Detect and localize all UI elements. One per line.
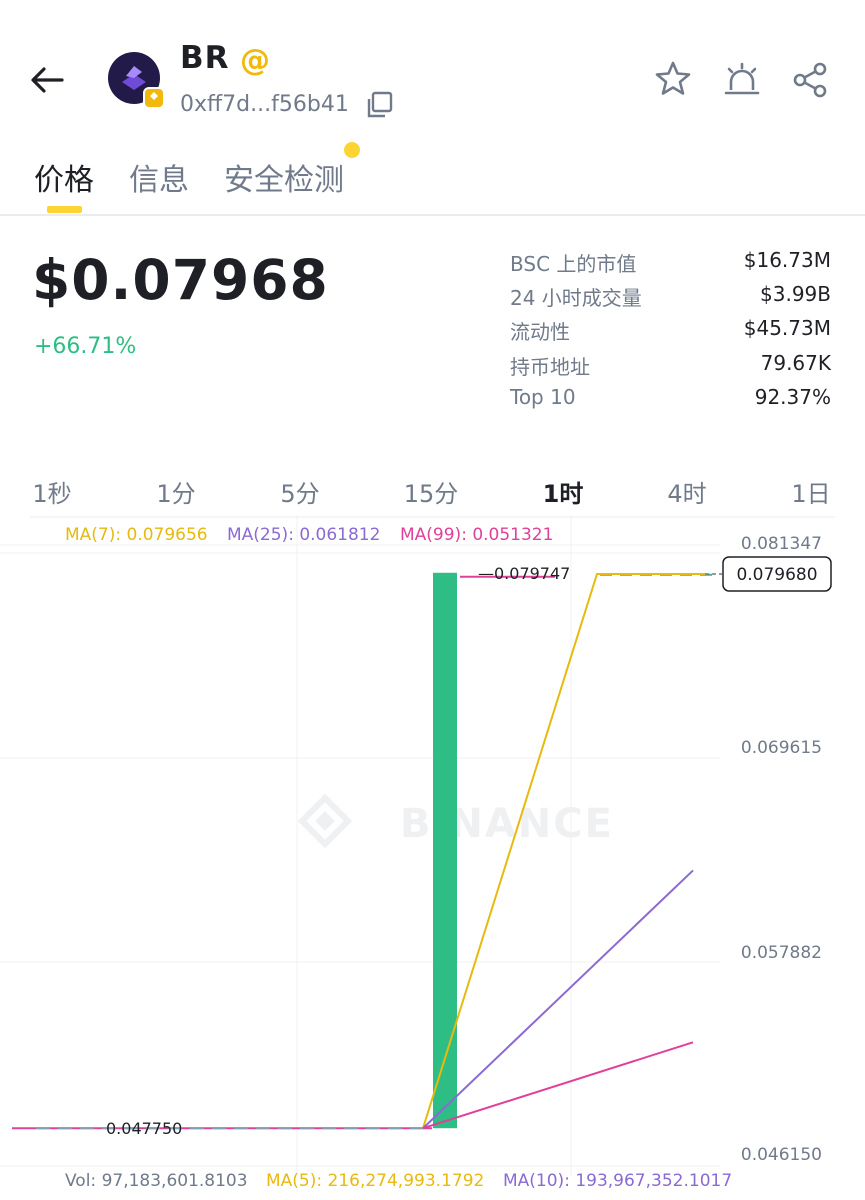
timeframe-4h[interactable]: 4时	[652, 474, 722, 509]
y-axis-label: 0.069615	[741, 738, 822, 758]
stat-label-holders: 持币地址	[510, 355, 590, 379]
current-price: $0.07968	[32, 248, 329, 312]
price-chart[interactable]: BINANCE 0.081347 0.069615 0.057882 0.046150…	[0, 515, 865, 1200]
at-icon: @	[240, 43, 270, 78]
stat-label-volume: 24 小时成交量	[510, 286, 642, 310]
timeframe-15m[interactable]: 15分	[396, 474, 466, 509]
notification-dot	[344, 142, 360, 158]
token-name: BR	[180, 40, 230, 76]
stat-value-holders: 79.67K	[760, 351, 831, 375]
tab-security-check[interactable]: 安全检测	[224, 155, 344, 199]
vol-label: Vol: 97,183,601.8103	[65, 1171, 248, 1191]
vol-ma10-label: MA(10): 193,967,352.1017	[503, 1171, 733, 1191]
ma99-line	[422, 1041, 694, 1130]
timeframe-5m[interactable]: 5分	[265, 474, 335, 509]
ma25-label: MA(25): 0.061812	[227, 525, 381, 545]
vol-ma5-label: MA(5): 216,274,993.1792	[266, 1171, 485, 1191]
y-axis-label: 0.057882	[741, 943, 822, 963]
price-alert-icon[interactable]	[722, 60, 762, 100]
share-icon[interactable]	[790, 60, 830, 100]
timeframe-1h[interactable]: 1时	[528, 474, 598, 509]
current-price-label: 0.079680	[736, 565, 817, 585]
timeframe-1s[interactable]: 1秒	[17, 474, 87, 509]
token-logo	[108, 52, 164, 108]
favorite-star-icon[interactable]	[654, 60, 692, 98]
back-arrow-icon[interactable]	[28, 60, 68, 100]
tab-price[interactable]: 价格	[34, 155, 94, 199]
binance-logo-icon	[297, 793, 353, 849]
candles	[12, 572, 712, 1130]
stat-value-market-cap: $16.73M	[743, 248, 831, 272]
ma7-line	[422, 572, 705, 1129]
chart-annotations: —0.079747 0.047750 0.079680	[106, 556, 832, 1138]
ma-lines	[422, 572, 705, 1130]
y-axis-labels: 0.081347 0.069615 0.057882 0.046150	[741, 534, 822, 1165]
timeframe-1d[interactable]: 1日	[776, 474, 846, 509]
active-tab-indicator	[47, 206, 82, 213]
high-annotation: —0.079747	[478, 564, 570, 583]
stat-value-liquidity: $45.73M	[743, 316, 831, 340]
y-axis-label: 0.046150	[741, 1145, 822, 1165]
stat-label-top10: Top 10	[510, 385, 576, 409]
stat-label-market-cap: BSC 上的市值	[510, 252, 637, 276]
timeframe-1m[interactable]: 1分	[141, 474, 211, 509]
tab-info[interactable]: 信息	[129, 155, 189, 199]
stat-value-volume: $3.99B	[760, 282, 831, 306]
price-change: +66.71%	[34, 334, 137, 359]
ma7-label: MA(7): 0.079656	[65, 525, 208, 545]
binance-logo-center	[315, 811, 335, 831]
stat-value-top10: 92.37%	[754, 385, 831, 409]
ma99-label: MA(99): 0.051321	[400, 525, 554, 545]
candle-bar	[433, 572, 457, 1129]
binance-watermark: BINANCE	[400, 801, 614, 847]
stat-label-liquidity: 流动性	[510, 320, 570, 344]
contract-address: 0xff7d...f56b41	[180, 92, 349, 117]
tab-divider	[0, 214, 865, 216]
y-axis-label: 0.081347	[741, 534, 822, 554]
low-annotation: 0.047750	[106, 1119, 182, 1138]
copy-icon[interactable]	[364, 90, 394, 120]
